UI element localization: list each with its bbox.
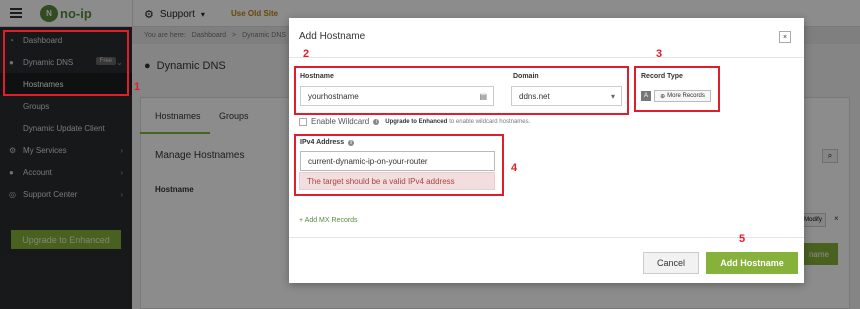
info-icon: i [373,118,380,125]
annotation-number-3: 3 [656,48,663,60]
add-mx-records-link[interactable]: + Add MX Records [299,217,358,224]
annotation-box-3 [634,66,720,112]
annotation-number-4: 4 [511,162,518,174]
add-hostname-button[interactable]: Add Hostname [706,252,798,274]
annotation-box-4 [294,134,504,196]
modal-header: Add Hostname × [289,18,804,58]
wildcard-row: Enable Wildcard i Upgrade to Enhanced to… [299,117,530,126]
close-icon: × [782,33,788,41]
wildcard-checkbox[interactable] [299,117,307,126]
annotation-box-1 [3,30,129,96]
divider [289,237,804,238]
wildcard-note: to enable wildcard hostnames. [449,118,531,125]
close-button[interactable]: × [779,31,791,43]
cancel-button[interactable]: Cancel [643,252,699,274]
annotation-box-2 [294,66,629,115]
annotation-number-5: 5 [739,233,746,245]
modal-title: Add Hostname [299,31,366,42]
annotation-number-1: 1 [134,81,141,93]
upgrade-link[interactable]: Upgrade to Enhanced [385,119,447,125]
annotation-number-2: 2 [303,48,310,60]
wildcard-label: Enable Wildcard [311,117,370,126]
